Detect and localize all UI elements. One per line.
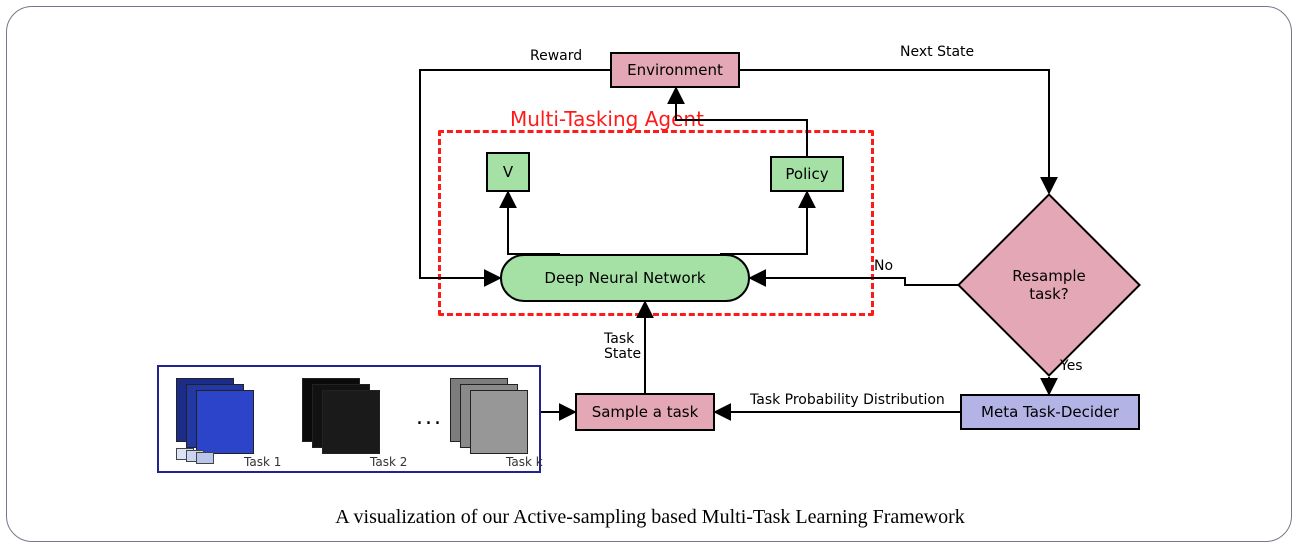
figure-caption: A visualization of our Active-sampling b… — [0, 506, 1300, 529]
task-2-label: Task 2 — [370, 455, 407, 469]
node-v-label: V — [503, 163, 513, 181]
node-decider-label: Meta Task-Decider — [981, 403, 1119, 421]
node-dnn-label: Deep Neural Network — [544, 269, 705, 287]
task-ellipsis: ... — [416, 405, 443, 430]
edge-reward-label: Reward — [530, 48, 582, 64]
node-resample: Resample task? — [984, 220, 1114, 350]
task-1-label: Task 1 — [244, 455, 281, 469]
node-environment-label: Environment — [627, 61, 723, 79]
node-policy-label: Policy — [785, 165, 828, 183]
edge-taskstate-label: Task State — [604, 332, 641, 361]
node-resample-label: Resample task? — [1012, 267, 1086, 303]
edge-distribution-label: Task Probability Distribution — [750, 392, 945, 408]
edge-nextstate-label: Next State — [900, 44, 974, 60]
node-v: V — [486, 152, 530, 192]
node-sample: Sample a task — [575, 393, 715, 431]
task-k-label: Task k — [506, 455, 543, 469]
node-policy: Policy — [770, 156, 844, 192]
node-decider: Meta Task-Decider — [960, 394, 1140, 430]
edge-yes-label: Yes — [1060, 358, 1083, 374]
node-sample-label: Sample a task — [592, 403, 699, 421]
node-dnn: Deep Neural Network — [500, 254, 750, 302]
edge-no-label: No — [874, 258, 893, 274]
node-environment: Environment — [610, 52, 740, 88]
agent-region-title: Multi-Tasking Agent — [510, 107, 704, 131]
